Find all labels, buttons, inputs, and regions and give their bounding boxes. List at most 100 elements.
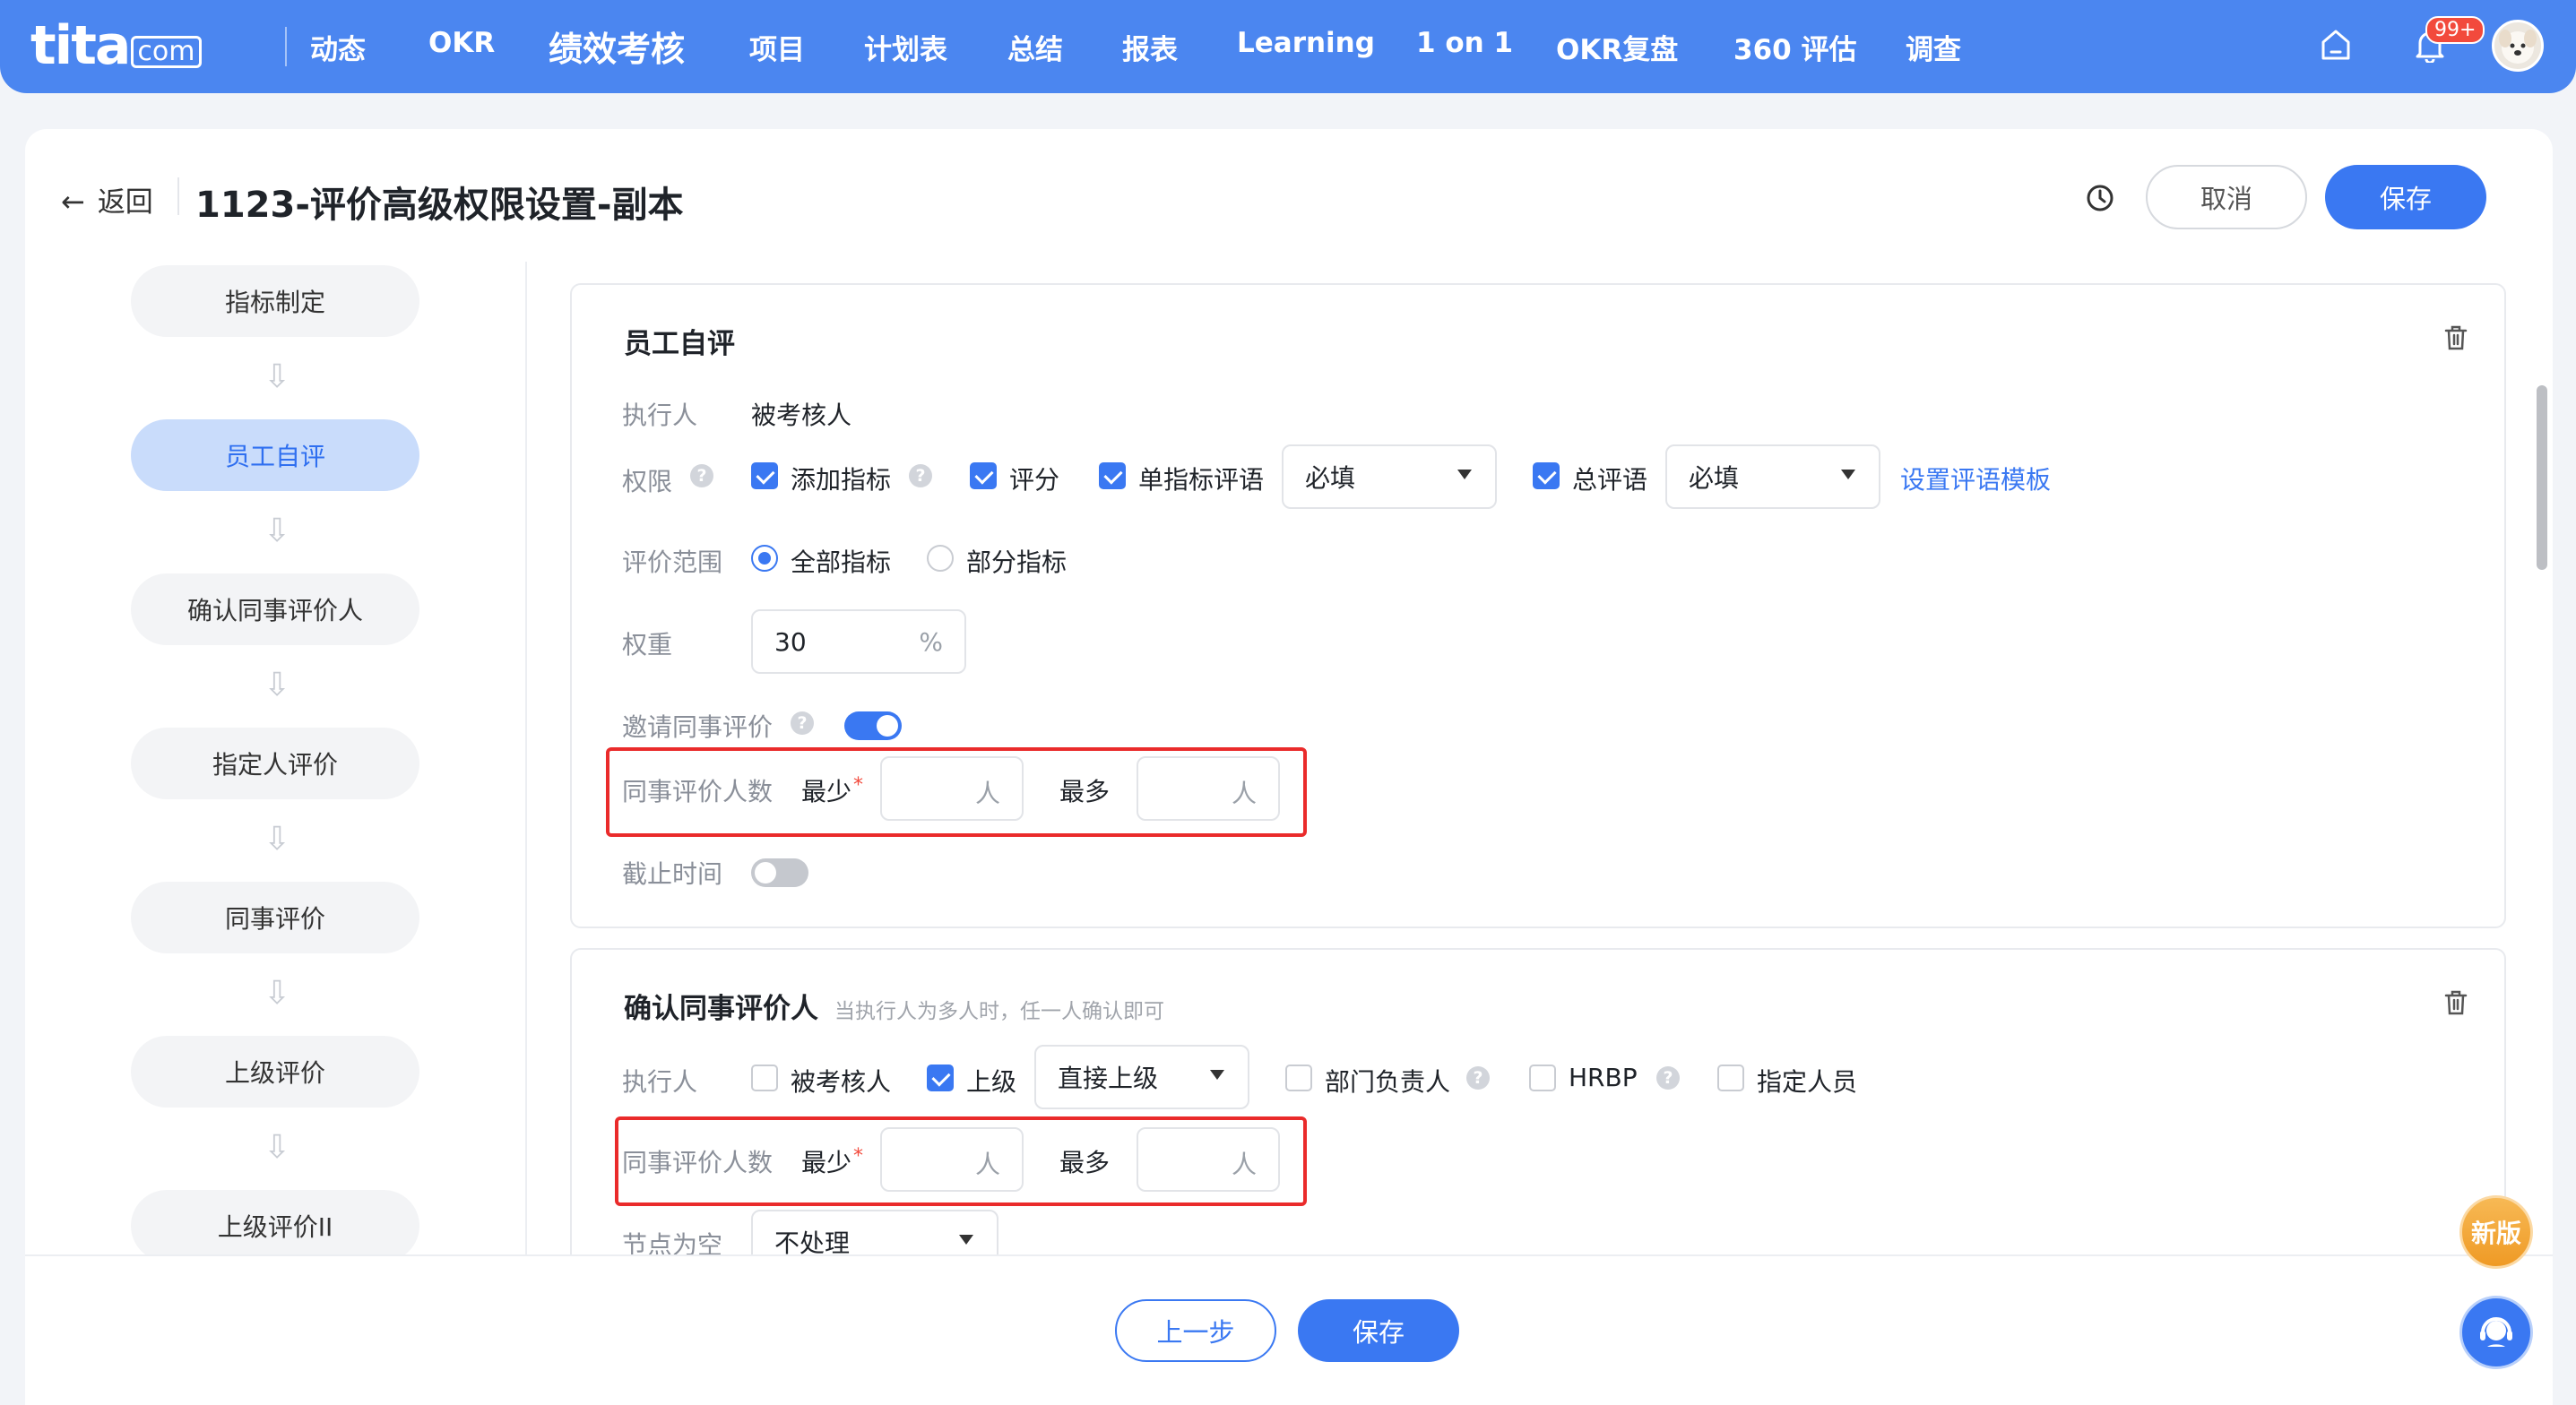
total-comment-select[interactable]: 必填: [1665, 444, 1880, 509]
step-superior-review-2[interactable]: 上级评价II: [131, 1190, 419, 1262]
customer-service-button[interactable]: [2459, 1296, 2533, 1369]
arrow-down-icon: ⇩: [264, 513, 291, 549]
nav-item-reports[interactable]: 报表: [1122, 27, 1178, 67]
caret-down-icon: [1210, 1070, 1224, 1080]
comment-template-link[interactable]: 设置评语模板: [1900, 461, 2051, 496]
nav-item-360[interactable]: 360 评估: [1733, 27, 1857, 67]
min-label: 最少*: [801, 1145, 864, 1177]
peer-min-input[interactable]: 人: [880, 756, 1024, 821]
step-confirm-peer-reviewers[interactable]: 确认同事评价人: [131, 573, 419, 645]
help-icon[interactable]: ?: [690, 464, 713, 487]
nav-item-performance[interactable]: 绩效考核: [549, 22, 685, 71]
step-self-review[interactable]: 员工自评: [131, 419, 419, 491]
help-icon[interactable]: ?: [909, 464, 932, 487]
add-indicator-checkbox[interactable]: [751, 462, 778, 489]
step-indicator-setup[interactable]: 指标制定: [131, 265, 419, 337]
help-icon[interactable]: ?: [791, 711, 814, 735]
superior-level-select[interactable]: 直接上级: [1034, 1045, 1249, 1109]
weight-input[interactable]: 30%: [751, 609, 966, 674]
hrbp-checkbox[interactable]: [1529, 1065, 1556, 1091]
avatar[interactable]: [2492, 20, 2544, 72]
total-comment-label: 总评语: [1572, 465, 1648, 495]
invite-peer-toggle[interactable]: [844, 711, 902, 740]
designated-person-checkbox[interactable]: [1717, 1065, 1744, 1091]
add-indicator-label: 添加指标: [791, 465, 892, 495]
scrollbar[interactable]: [2537, 385, 2547, 570]
peer-max-input[interactable]: 人: [1137, 1127, 1280, 1192]
history-clock-icon[interactable]: [2085, 183, 2115, 213]
help-icon[interactable]: ?: [1656, 1066, 1680, 1090]
trash-icon[interactable]: [2443, 324, 2468, 351]
max-label: 最多: [1059, 777, 1111, 806]
new-version-button[interactable]: 新版: [2459, 1195, 2533, 1269]
rail-divider: [525, 262, 527, 1256]
max-label: 最多: [1059, 1148, 1111, 1177]
notification-badge: 99+: [2425, 16, 2485, 44]
nav-divider: [285, 27, 287, 66]
nav-item-planner[interactable]: 计划表: [864, 27, 947, 67]
single-comment-select[interactable]: 必填: [1282, 444, 1497, 509]
assessee-checkbox[interactable]: [751, 1065, 778, 1091]
superior-checkbox[interactable]: [927, 1065, 954, 1091]
top-nav: tita com 动态 OKR 绩效考核 项目 计划表 总结 报表 Learnin…: [0, 0, 2576, 93]
bottom-action-bar: [25, 1254, 2553, 1405]
scope-all-label: 全部指标: [791, 547, 892, 577]
weight-label: 权重: [622, 630, 673, 659]
step-superior-review[interactable]: 上级评价: [131, 1036, 419, 1108]
nav-item-1on1[interactable]: 1 on 1: [1416, 27, 1513, 59]
peer-count-label: 同事评价人数: [622, 777, 774, 806]
nav-item-summary[interactable]: 总结: [1007, 27, 1063, 67]
caret-down-icon: [1841, 470, 1855, 479]
nav-item-learning[interactable]: Learning: [1237, 27, 1375, 59]
arrow-down-icon: ⇩: [264, 358, 291, 395]
dept-head-label: 部门负责人: [1325, 1067, 1451, 1097]
peer-max-input[interactable]: 人: [1137, 756, 1280, 821]
score-label: 评分: [1009, 465, 1060, 495]
arrow-down-icon: ⇩: [264, 667, 291, 703]
home-icon[interactable]: [2320, 27, 2352, 63]
previous-step-button[interactable]: 上一步: [1115, 1299, 1276, 1362]
deadline-toggle[interactable]: [751, 858, 808, 887]
nav-item-okr-review[interactable]: OKR复盘: [1556, 27, 1678, 67]
deadline-label: 截止时间: [622, 859, 723, 889]
scope-all-radio[interactable]: [751, 545, 778, 572]
scope-partial-radio[interactable]: [927, 545, 954, 572]
section-title: 员工自评: [624, 328, 735, 360]
caret-down-icon: [959, 1235, 973, 1245]
superior-label: 上级: [966, 1067, 1017, 1097]
hrbp-label: HRBP: [1569, 1063, 1638, 1092]
assessee-label: 被考核人: [791, 1067, 892, 1097]
designated-person-label: 指定人员: [1757, 1067, 1858, 1097]
help-icon[interactable]: ?: [1466, 1066, 1490, 1090]
arrow-left-icon: ←: [61, 185, 85, 219]
total-comment-checkbox[interactable]: [1533, 462, 1560, 489]
header-divider: [177, 177, 179, 215]
arrow-down-icon: ⇩: [264, 1129, 291, 1166]
arrow-down-icon: ⇩: [264, 975, 291, 1012]
score-checkbox[interactable]: [970, 462, 997, 489]
nav-item-projects[interactable]: 项目: [749, 27, 805, 67]
step-designated-review[interactable]: 指定人评价: [131, 728, 419, 799]
single-comment-label: 单指标评语: [1138, 465, 1265, 495]
single-comment-checkbox[interactable]: [1099, 462, 1126, 489]
section-title: 确认同事评价人 当执行人为多人时，任一人确认即可: [624, 993, 1164, 1025]
arrow-down-icon: ⇩: [264, 821, 291, 858]
dept-head-checkbox[interactable]: [1285, 1065, 1312, 1091]
save-button-top[interactable]: 保存: [2325, 165, 2486, 229]
back-button[interactable]: ← 返回: [61, 179, 153, 220]
tita-logo[interactable]: tita com: [30, 14, 202, 77]
nav-item-okr[interactable]: OKR: [428, 27, 495, 59]
headset-icon: [2480, 1317, 2512, 1347]
peer-min-input[interactable]: 人: [880, 1127, 1024, 1192]
step-peer-review[interactable]: 同事评价: [131, 882, 419, 953]
dog-avatar-icon: [2499, 30, 2537, 64]
caret-down-icon: [1457, 470, 1472, 479]
nav-item-dynamics[interactable]: 动态: [310, 27, 366, 67]
nav-item-survey[interactable]: 调查: [1906, 27, 1961, 67]
trash-icon[interactable]: [2443, 989, 2468, 1016]
executor-value: 被考核人: [751, 401, 852, 430]
executor-label: 执行人: [622, 401, 698, 430]
save-button-bottom[interactable]: 保存: [1298, 1299, 1459, 1362]
scope-label: 评价范围: [622, 547, 723, 577]
cancel-button[interactable]: 取消: [2146, 165, 2307, 229]
